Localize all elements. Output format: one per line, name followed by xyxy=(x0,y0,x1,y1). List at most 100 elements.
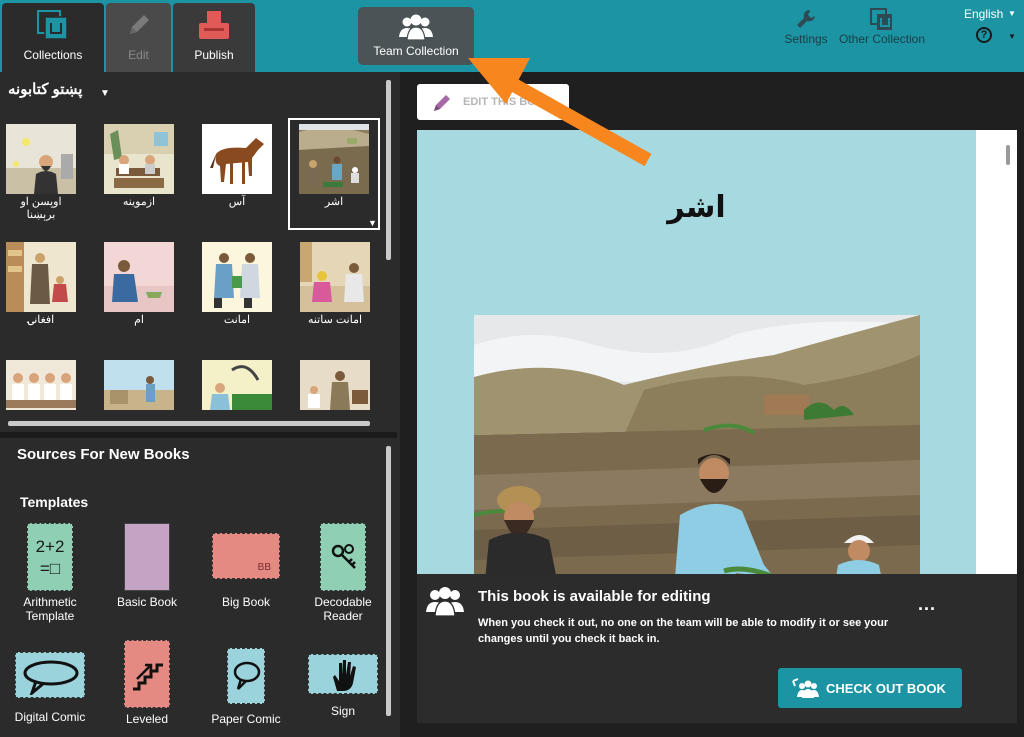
pencil-icon xyxy=(125,11,153,42)
template-decodable-reader[interactable]: Decodable Reader xyxy=(303,523,383,623)
keys-icon xyxy=(329,542,359,575)
preview-margin xyxy=(976,130,1017,590)
help-icon[interactable]: ? xyxy=(976,27,992,43)
collections-icon xyxy=(36,9,70,44)
sources-title: Sources For New Books xyxy=(17,446,190,463)
notice-text: When you check it out, no one on the tea… xyxy=(478,617,889,645)
collection-vertical-scrollbar[interactable] xyxy=(386,80,391,260)
template-digital-comic[interactable]: Digital Comic xyxy=(10,640,90,724)
sources-vertical-scrollbar[interactable] xyxy=(386,446,391,716)
book-page-title: اشر xyxy=(667,190,726,225)
book-thumbnail xyxy=(104,360,174,410)
book-cover-illustration xyxy=(473,315,920,590)
book-item[interactable] xyxy=(201,360,273,410)
template-label: Paper Comic xyxy=(211,712,281,726)
book-title: ازموینه xyxy=(122,196,156,208)
check-out-book-button[interactable]: CHECK OUT BOOK xyxy=(778,668,962,708)
book-title: امانت ساتنه xyxy=(307,314,363,326)
collection-dropdown-icon[interactable]: ▼ xyxy=(100,88,110,99)
collection-horizontal-scrollbar[interactable] xyxy=(8,421,370,426)
settings-label: Settings xyxy=(784,32,828,46)
template-label: Leveled xyxy=(125,712,169,726)
book-thumbnail xyxy=(300,242,370,312)
book-item[interactable]: آس xyxy=(201,124,273,209)
book-item[interactable]: امانت xyxy=(201,242,273,327)
template-big-book[interactable]: BB Big Book xyxy=(206,523,286,609)
sign-thumbnail xyxy=(308,654,378,694)
help-caret-icon[interactable]: ▼ xyxy=(1008,32,1016,41)
other-collection-icon xyxy=(836,8,928,32)
language-caret-icon[interactable]: ▼ xyxy=(1008,9,1016,18)
collection-title[interactable]: پښتو کتابونه xyxy=(8,80,82,98)
book-item[interactable] xyxy=(299,360,371,410)
book-thumbnail xyxy=(104,124,174,194)
book-title: افغانۍ xyxy=(27,314,55,326)
decodable-reader-thumbnail xyxy=(320,523,366,591)
hand-icon xyxy=(329,657,361,696)
checkout-team-icon xyxy=(792,678,820,701)
tab-publish[interactable]: Publish xyxy=(173,3,255,72)
template-label: Arithmetic xyxy=(23,595,77,609)
team-icon xyxy=(425,585,465,622)
book-thumbnail xyxy=(202,360,272,410)
book-thumbnail xyxy=(202,242,272,312)
publish-icon xyxy=(197,11,231,44)
book-thumbnail xyxy=(6,242,76,312)
check-out-book-label: CHECK OUT BOOK xyxy=(826,681,946,696)
book-thumbnail xyxy=(202,124,272,194)
book-item[interactable]: اوپسن او برېښنا xyxy=(5,124,77,222)
book-thumbnail xyxy=(300,360,370,410)
tab-edit[interactable]: Edit xyxy=(106,3,171,72)
tab-collections-label: Collections xyxy=(23,48,83,62)
book-thumbnail xyxy=(104,242,174,312)
book-thumbnail xyxy=(6,360,76,410)
templates-title: Templates xyxy=(20,494,89,510)
more-options-icon[interactable]: ... xyxy=(918,594,936,615)
template-label: Big Book xyxy=(221,595,271,609)
book-item[interactable]: امانت ساتنه xyxy=(299,242,371,327)
top-bar: Collections Edit Publish Team Collection… xyxy=(0,0,1024,72)
template-label: Reader xyxy=(323,609,363,623)
template-label: Sign xyxy=(330,704,356,718)
book-title: اشر xyxy=(324,196,344,208)
big-book-thumbnail: BB xyxy=(212,533,280,579)
template-leveled[interactable]: Leveled xyxy=(107,640,187,726)
template-paper-comic[interactable]: Paper Comic xyxy=(206,640,286,726)
book-item[interactable] xyxy=(103,360,175,410)
book-item[interactable]: ام xyxy=(103,242,175,327)
template-sign[interactable]: Sign xyxy=(303,640,383,718)
language-selector[interactable]: English xyxy=(964,7,1003,21)
basic-book-thumbnail xyxy=(124,523,170,591)
template-arithmetic[interactable]: 2+2 =□ Arithmetic Template xyxy=(10,523,90,623)
book-menu-caret-icon[interactable]: ▼ xyxy=(368,218,377,228)
edit-this-book-button[interactable]: EDIT THIS BOOK xyxy=(417,84,569,120)
other-collection-button[interactable]: Other Collection xyxy=(836,8,928,46)
team-collection-button[interactable]: Team Collection xyxy=(358,7,474,65)
leveled-thumbnail xyxy=(124,640,170,708)
template-basic-book[interactable]: Basic Book xyxy=(107,523,187,609)
edit-this-book-label: EDIT THIS BOOK xyxy=(463,96,553,108)
team-icon xyxy=(398,13,434,44)
settings-button[interactable]: Settings xyxy=(784,8,828,46)
tab-collections[interactable]: Collections xyxy=(2,3,104,72)
book-title: امانت xyxy=(223,314,251,326)
book-item[interactable] xyxy=(5,360,77,410)
book-thumbnail xyxy=(299,124,369,194)
book-title: اوپسن او برېښنا xyxy=(20,196,62,221)
book-item-selected[interactable]: اشر xyxy=(298,124,370,209)
pencil-icon xyxy=(431,92,453,117)
digital-comic-thumbnail xyxy=(15,652,85,698)
book-title: ام xyxy=(134,314,144,326)
app-window: Collections Edit Publish Team Collection… xyxy=(0,0,1024,737)
template-label: Basic Book xyxy=(116,595,178,609)
other-collection-label: Other Collection xyxy=(838,32,926,46)
notice-title: This book is available for editing xyxy=(478,588,711,605)
book-item[interactable]: افغانۍ xyxy=(5,242,77,327)
wrench-icon xyxy=(784,8,828,32)
preview-vertical-scrollbar[interactable] xyxy=(1006,145,1010,165)
paper-comic-thumbnail xyxy=(227,648,265,704)
book-item[interactable]: ازموینه xyxy=(103,124,175,209)
book-thumbnail xyxy=(6,124,76,194)
speech-bubble-icon xyxy=(22,659,80,698)
template-label: Template xyxy=(25,609,75,623)
